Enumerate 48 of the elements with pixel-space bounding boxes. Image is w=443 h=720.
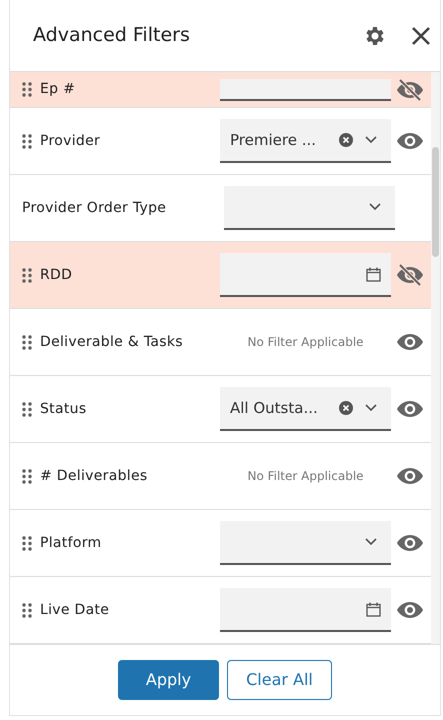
filter-label: # Deliverables bbox=[40, 466, 148, 486]
no-filter-text: No Filter Applicable bbox=[246, 334, 365, 351]
eye-icon[interactable] bbox=[395, 132, 425, 150]
date-field[interactable] bbox=[220, 588, 391, 632]
panel-title: Advanced Filters bbox=[33, 23, 191, 48]
chevron-down-icon bbox=[365, 404, 377, 412]
text-field[interactable] bbox=[220, 78, 391, 100]
chevron-down-icon bbox=[369, 203, 381, 211]
select-field[interactable] bbox=[220, 521, 391, 565]
no-filter-text: No Filter Applicable bbox=[246, 468, 365, 485]
clear-icon[interactable] bbox=[339, 133, 353, 147]
selected-value: Premiere ... bbox=[230, 130, 317, 151]
eye-icon[interactable] bbox=[395, 333, 425, 351]
eye-icon[interactable] bbox=[395, 534, 425, 552]
drag-handle-icon[interactable] bbox=[22, 468, 32, 484]
drag-handle-icon[interactable] bbox=[22, 334, 32, 350]
clear-all-button[interactable]: Clear All bbox=[227, 660, 332, 700]
filter-label: Provider bbox=[40, 132, 102, 150]
select-field[interactable] bbox=[224, 186, 395, 230]
drag-handle-icon[interactable] bbox=[22, 602, 32, 618]
clear-icon[interactable] bbox=[339, 401, 353, 415]
apply-button[interactable]: Apply bbox=[118, 660, 219, 700]
selected-value: All Outsta... bbox=[230, 398, 319, 419]
scrollbar[interactable] bbox=[431, 72, 440, 644]
eye-icon[interactable] bbox=[395, 400, 425, 418]
filter-label: Provider Order Type bbox=[22, 198, 168, 218]
calendar-icon[interactable] bbox=[366, 602, 381, 616]
eye-slash-icon[interactable] bbox=[395, 78, 425, 100]
chevron-down-icon bbox=[365, 538, 377, 546]
filter-label: Deliverable & Tasks bbox=[40, 332, 184, 352]
date-field[interactable] bbox=[220, 253, 391, 297]
drag-handle-icon[interactable] bbox=[22, 402, 32, 416]
filter-label: Live Date bbox=[40, 600, 110, 620]
select-field[interactable]: All Outsta... bbox=[220, 387, 391, 431]
drag-handle-icon[interactable] bbox=[22, 268, 32, 282]
drag-handle-icon[interactable] bbox=[22, 134, 32, 148]
chevron-down-icon bbox=[365, 136, 377, 144]
eye-icon[interactable] bbox=[395, 601, 425, 619]
drag-handle-icon[interactable] bbox=[22, 536, 32, 550]
select-field[interactable]: Premiere ... bbox=[220, 119, 391, 163]
filter-label: Ep # bbox=[40, 80, 76, 99]
filter-label: Platform bbox=[40, 534, 102, 552]
eye-slash-icon[interactable] bbox=[395, 264, 425, 286]
calendar-icon[interactable] bbox=[366, 266, 381, 282]
filter-label: Status bbox=[40, 400, 88, 418]
eye-icon[interactable] bbox=[395, 467, 425, 485]
filter-label: RDD bbox=[40, 266, 74, 284]
drag-handle-icon[interactable] bbox=[22, 82, 32, 97]
